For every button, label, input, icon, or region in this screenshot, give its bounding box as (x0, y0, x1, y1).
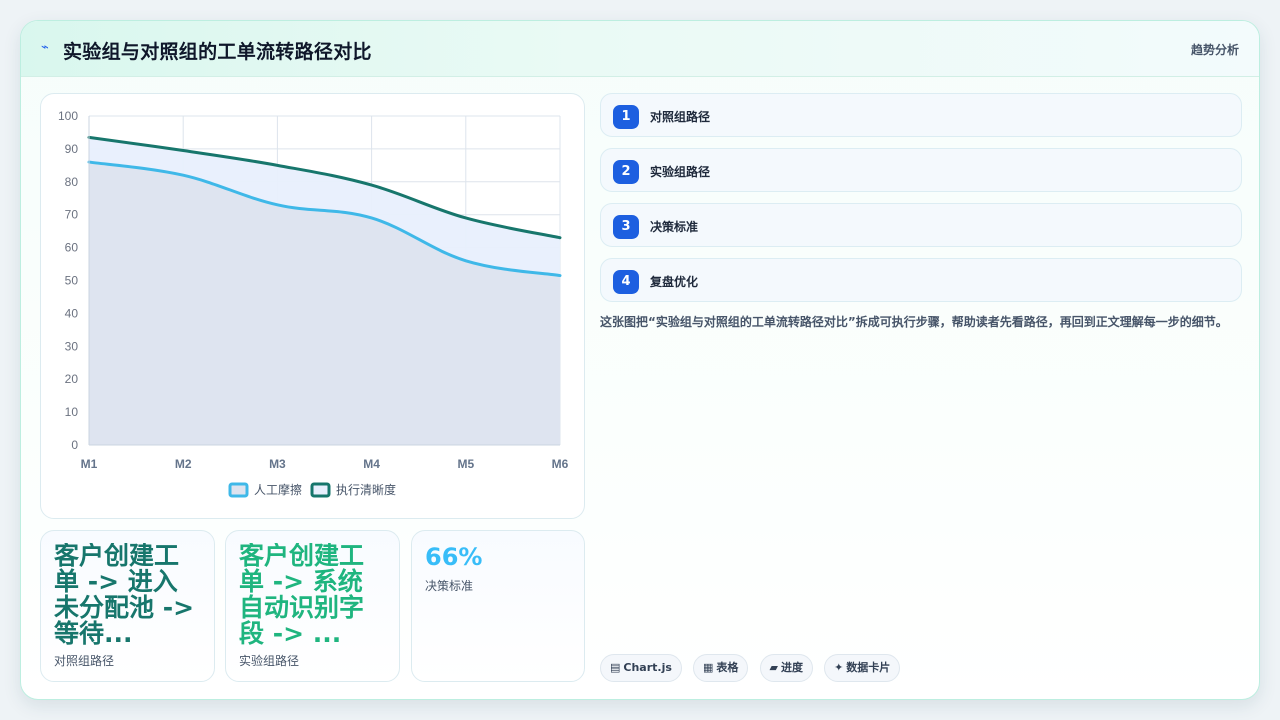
table-icon: ▦ (703, 661, 714, 674)
progress-icon: ▰ (769, 661, 778, 674)
y-tick-label: 90 (65, 142, 79, 156)
legend-label: 执行清晰度 (336, 482, 396, 497)
step-label: 复盘优化 (650, 275, 699, 289)
x-tick-label: M4 (363, 457, 380, 471)
y-tick-label: 50 (65, 274, 79, 288)
x-tick-label: M5 (457, 457, 474, 471)
step-number-badge: 1 (613, 105, 639, 129)
stat-label: 实验组路径 (239, 654, 300, 668)
stat-card-decision: 66% 决策标准 (411, 530, 585, 682)
stat-value: 客户创建工单 -> 进入未分配池 -> 等待... (54, 543, 195, 648)
legend-label: 人工摩擦 (254, 482, 302, 497)
chart-icon: ▤ (610, 661, 621, 674)
y-tick-label: 100 (58, 109, 78, 123)
chip-label: Chart.js (623, 661, 672, 674)
step-label: 对照组路径 (650, 110, 711, 124)
step-number-badge: 4 (613, 270, 639, 294)
x-tick-label: M3 (269, 457, 286, 471)
chip-data-card[interactable]: ✦ 数据卡片 (824, 654, 901, 682)
steps-list: 1 对照组路径 2 实验组路径 3 决策标准 4 复盘优化 (600, 93, 1242, 313)
chip-chartjs[interactable]: ▤ Chart.js (600, 654, 682, 682)
x-tick-label: M2 (175, 457, 192, 471)
step-number-badge: 2 (613, 160, 639, 184)
y-tick-label: 0 (71, 438, 78, 452)
y-tick-label: 80 (65, 175, 79, 189)
stat-value: 客户创建工单 -> 系统自动识别字段 -> ... (239, 543, 365, 648)
chip-table[interactable]: ▦ 表格 (693, 654, 749, 682)
trend-analysis-tag[interactable]: 趋势分析 (1191, 41, 1239, 58)
description-text: 这张图把“实验组与对照组的工单流转路径对比”拆成可执行步骤，帮助读者先看路径，再… (600, 315, 1228, 329)
legend-swatch (228, 482, 249, 498)
step-label: 决策标准 (650, 220, 699, 234)
step-item[interactable]: 2 实验组路径 (600, 148, 1242, 192)
page-title: 实验组与对照组的工单流转路径对比 (63, 41, 372, 63)
stat-value: 66% (425, 543, 483, 571)
step-label: 实验组路径 (650, 165, 711, 179)
step-item[interactable]: 3 决策标准 (600, 203, 1242, 247)
pulse-icon: ⌁ (41, 40, 49, 55)
x-tick-label: M1 (81, 457, 98, 471)
chip-label: 进度 (780, 661, 803, 674)
stat-label: 对照组路径 (54, 654, 115, 668)
stat-label: 决策标准 (425, 579, 474, 593)
y-tick-label: 60 (65, 241, 79, 255)
chip-progress[interactable]: ▰ 进度 (759, 654, 813, 682)
area-chart: 0 10 20 30 40 50 60 70 80 90 100 M1 M2 M3 M4 M5 M6 人工摩擦 执行… (58, 109, 569, 498)
step-item[interactable]: 4 复盘优化 (600, 258, 1242, 302)
y-tick-label: 70 (65, 208, 79, 222)
chip-label: 数据卡片 (846, 661, 891, 674)
sparkle-icon: ✦ (834, 661, 844, 674)
header: ⌁ 实验组与对照组的工单流转路径对比 趋势分析 (21, 21, 1259, 77)
legend-swatch (310, 482, 331, 498)
step-number-badge: 3 (613, 215, 639, 239)
y-tick-label: 40 (65, 306, 79, 320)
y-tick-label: 30 (65, 339, 79, 353)
y-tick-label: 10 (65, 405, 79, 419)
stat-card-experiment: 客户创建工单 -> 系统自动识别字段 -> ... 实验组路径 (225, 530, 400, 682)
step-item[interactable]: 1 对照组路径 (600, 93, 1242, 137)
chart-panel: 0 10 20 30 40 50 60 70 80 90 100 M1 M2 M3 M4 M5 M6 人工摩擦 执行… (40, 93, 585, 519)
x-tick-label: M6 (552, 457, 569, 471)
y-tick-label: 20 (65, 372, 79, 386)
stat-card-control: 客户创建工单 -> 进入未分配池 -> 等待... 对照组路径 (40, 530, 215, 682)
feature-chips: ▤ Chart.js ▦ 表格 ▰ 进度 ✦ 数据卡片 (600, 654, 906, 682)
chip-label: 表格 (716, 661, 739, 674)
main-card: ⌁ 实验组与对照组的工单流转路径对比 趋势分析 0 10 20 30 40 50 60 70 8… (20, 20, 1260, 700)
